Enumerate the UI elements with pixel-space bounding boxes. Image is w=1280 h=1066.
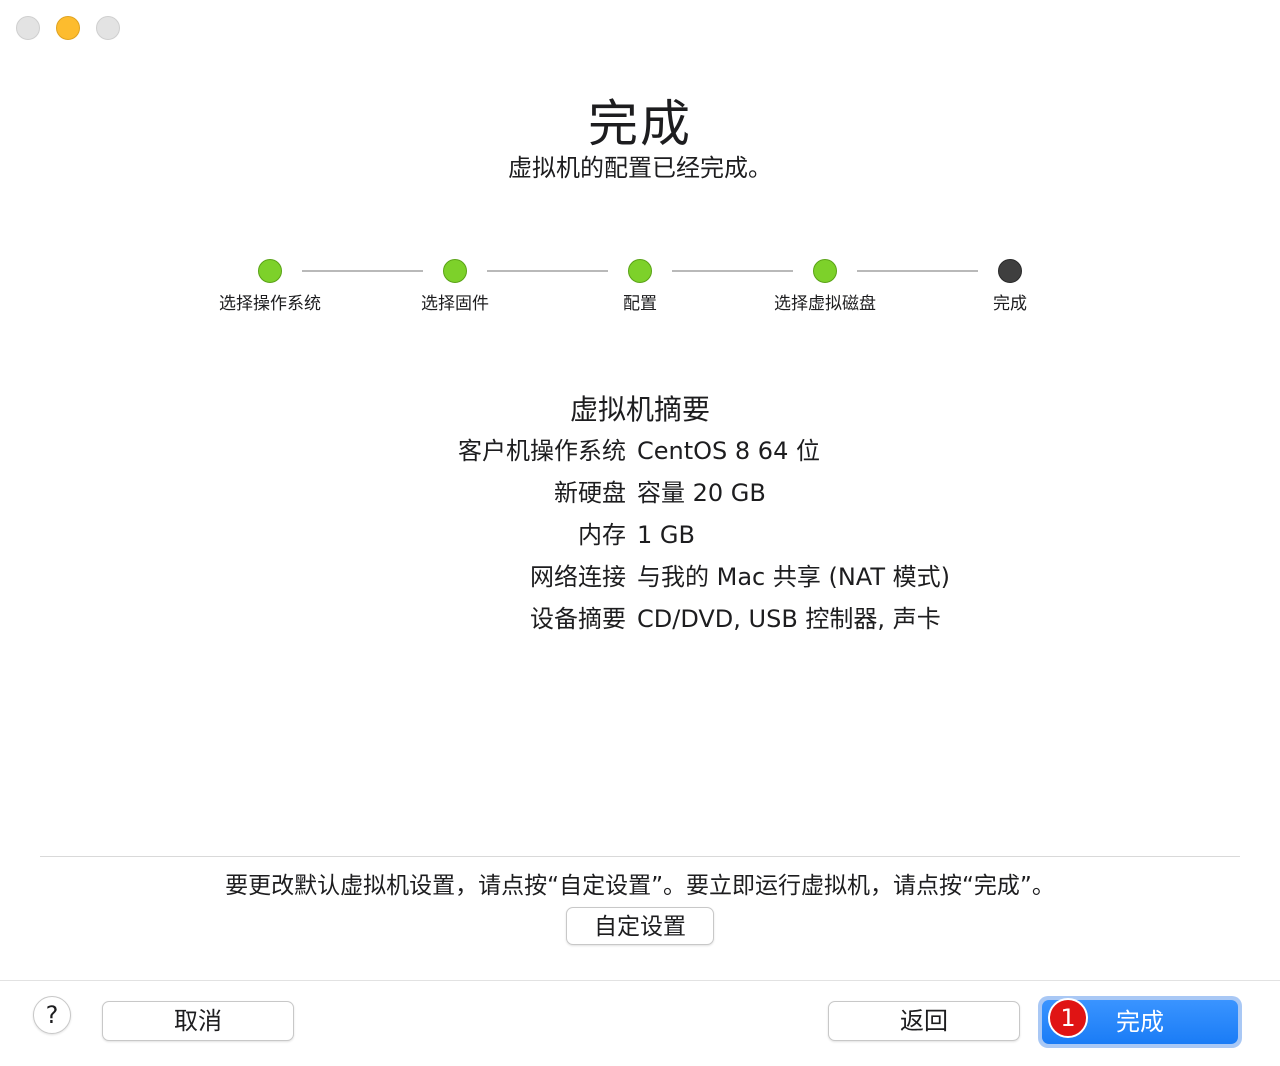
step-select-os: 选择操作系统 xyxy=(190,259,350,314)
step-done-indicator xyxy=(443,259,467,283)
zoom-window-button[interactable] xyxy=(96,16,120,40)
step-badge: 1 xyxy=(1048,998,1088,1038)
hint-text: 要更改默认虚拟机设置，请点按“自定设置”。要立即运行虚拟机，请点按“完成”。 xyxy=(225,873,1055,899)
step-current-indicator xyxy=(998,259,1022,283)
summary-list: 客户机操作系统 CentOS 8 64 位 新硬盘 容量 20 GB 内存 1 … xyxy=(0,430,1280,640)
setup-window: 完成 虚拟机的配置已经完成。 选择操作系统 选择固件 配置 选择虚拟磁盘 完成 … xyxy=(0,0,1280,1066)
summary-value: CD/DVD, USB 控制器, 声卡 xyxy=(637,605,941,633)
step-finish: 完成 xyxy=(930,259,1090,314)
page-title: 完成 xyxy=(588,95,692,153)
summary-row-guest-os: 客户机操作系统 CentOS 8 64 位 xyxy=(0,430,1280,472)
summary-key: 客户机操作系统 xyxy=(458,437,626,465)
summary-value: 容量 20 GB xyxy=(637,479,766,507)
step-done-indicator xyxy=(628,259,652,283)
footer-divider xyxy=(0,980,1280,981)
back-button[interactable]: 返回 xyxy=(828,1001,1020,1041)
step-label: 选择固件 xyxy=(421,294,489,314)
step-label: 完成 xyxy=(993,294,1027,314)
summary-key: 设备摘要 xyxy=(530,605,626,633)
close-window-button[interactable] xyxy=(16,16,40,40)
summary-row-memory: 内存 1 GB xyxy=(0,514,1280,556)
summary-value: CentOS 8 64 位 xyxy=(637,437,820,465)
window-controls xyxy=(16,16,120,40)
summary-value: 与我的 Mac 共享 (NAT 模式) xyxy=(637,563,951,591)
summary-row-devices: 设备摘要 CD/DVD, USB 控制器, 声卡 xyxy=(0,598,1280,640)
summary-key: 新硬盘 xyxy=(554,479,626,507)
customize-settings-button[interactable]: 自定设置 xyxy=(566,907,714,945)
summary-row-network: 网络连接 与我的 Mac 共享 (NAT 模式) xyxy=(0,556,1280,598)
step-select-disk: 选择虚拟磁盘 xyxy=(745,259,905,314)
step-done-indicator xyxy=(258,259,282,283)
help-button[interactable]: ? xyxy=(33,996,71,1034)
summary-row-new-disk: 新硬盘 容量 20 GB xyxy=(0,472,1280,514)
page-subtitle: 虚拟机的配置已经完成。 xyxy=(508,154,772,182)
cancel-button[interactable]: 取消 xyxy=(102,1001,294,1041)
minimize-window-button[interactable] xyxy=(56,16,80,40)
summary-title: 虚拟机摘要 xyxy=(569,393,710,426)
step-select-firmware: 选择固件 xyxy=(375,259,535,314)
step-label: 配置 xyxy=(623,294,657,314)
divider xyxy=(40,856,1240,857)
step-done-indicator xyxy=(813,259,837,283)
summary-key: 网络连接 xyxy=(530,563,626,591)
step-label: 选择虚拟磁盘 xyxy=(774,294,876,314)
step-label: 选择操作系统 xyxy=(219,294,321,314)
summary-value: 1 GB xyxy=(637,521,695,549)
summary-key: 内存 xyxy=(578,521,626,549)
step-configure: 配置 xyxy=(560,259,720,314)
